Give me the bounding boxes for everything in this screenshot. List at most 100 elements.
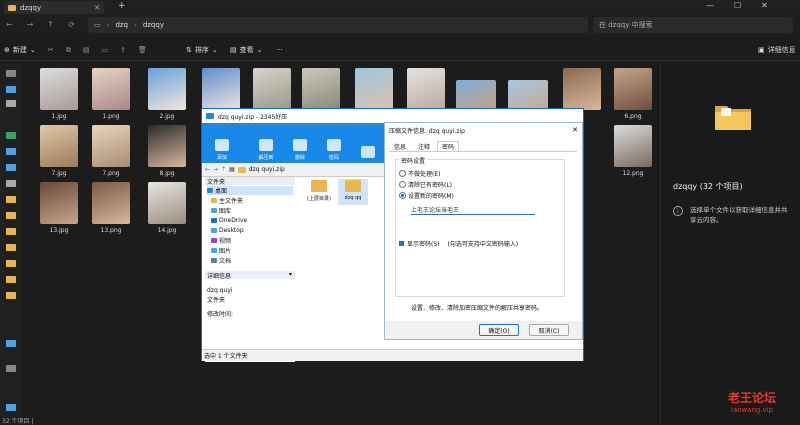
tree-item-desktop-folder[interactable]: Desktop xyxy=(211,226,244,235)
copy-icon[interactable]: ⧉ xyxy=(66,46,71,55)
image-thumbnail[interactable] xyxy=(148,68,186,110)
image-thumbnail[interactable] xyxy=(92,68,130,110)
network-icon[interactable] xyxy=(6,404,16,411)
gallery-icon[interactable] xyxy=(6,86,16,93)
more-icon[interactable]: ··· xyxy=(276,43,283,57)
refresh-icon[interactable]: ⟳ xyxy=(68,20,75,29)
folder-icon[interactable] xyxy=(6,244,16,251)
share-icon[interactable]: ⇪ xyxy=(120,46,126,54)
tab-password[interactable]: 密码 xyxy=(437,141,459,151)
tab-dzqqy[interactable]: dzqqy ✕ xyxy=(4,1,104,14)
back-icon[interactable]: ← xyxy=(6,20,13,29)
tab-comment[interactable]: 注释 xyxy=(413,141,435,151)
image-thumbnail[interactable] xyxy=(148,182,186,224)
group-label: 密码设置 xyxy=(399,156,428,165)
sort-button[interactable]: ⇅ 排序 ⌄ xyxy=(186,43,218,57)
image-thumbnail[interactable] xyxy=(40,125,78,167)
password-button[interactable]: 密码 xyxy=(320,125,348,161)
folder-icon[interactable] xyxy=(6,292,16,299)
image-thumbnail[interactable] xyxy=(614,68,652,110)
add-button[interactable]: 添加 xyxy=(208,125,236,161)
delete-button[interactable]: 删除 xyxy=(286,125,314,161)
radio-set-password[interactable]: 设置新的密码(M) xyxy=(399,191,454,200)
radio-label: 不做处理(E) xyxy=(408,171,441,178)
pc-icon[interactable] xyxy=(6,340,16,347)
tree-item-gallery[interactable]: 图库 xyxy=(211,206,231,215)
radio-selected-icon xyxy=(399,192,406,199)
cancel-button[interactable]: 取消(C) xyxy=(529,324,569,336)
image-thumbnail[interactable] xyxy=(92,182,130,224)
radio-clear-password[interactable]: 清除已有密码(L) xyxy=(399,180,452,189)
sort-label: 排序 xyxy=(194,46,209,54)
tree-item-home[interactable]: 主文件夹 xyxy=(211,196,243,205)
tree-item-desktop[interactable]: 桌面 xyxy=(207,186,293,195)
image-thumbnail[interactable] xyxy=(148,125,186,167)
image-thumbnail[interactable] xyxy=(92,125,130,167)
tool-button[interactable] xyxy=(354,125,382,161)
tree-label: 桌面 xyxy=(215,188,228,195)
close-window-icon[interactable]: ✕ xyxy=(761,1,768,10)
image-thumbnail[interactable] xyxy=(614,125,652,167)
tree-item-videos[interactable]: 视频 xyxy=(211,236,231,245)
new-tab-icon[interactable]: + xyxy=(118,1,126,11)
folder-icon[interactable] xyxy=(6,196,16,203)
back-icon[interactable]: ← xyxy=(205,166,210,173)
app-icon xyxy=(206,113,214,119)
tree-item-documents[interactable]: 文档 xyxy=(211,256,231,265)
tree-item-pictures[interactable]: 图片 xyxy=(211,246,231,255)
parent-dir-item[interactable]: (上层目录) xyxy=(304,179,334,205)
checkbox-checked-icon xyxy=(399,241,404,246)
breadcrumb-dzq[interactable]: dzq xyxy=(115,21,128,29)
forward-icon[interactable]: → xyxy=(27,20,34,29)
address-bar[interactable]: ▭ › dzq › dzqqy xyxy=(88,17,588,33)
view-icon: ▤ xyxy=(230,46,237,54)
image-thumbnail[interactable] xyxy=(40,68,78,110)
home-icon[interactable] xyxy=(6,70,16,77)
maximize-icon[interactable]: ☐ xyxy=(734,1,741,10)
up-icon[interactable]: ⇡ xyxy=(221,166,226,173)
drive-icon[interactable] xyxy=(6,365,16,372)
documents-icon[interactable] xyxy=(6,164,16,171)
window-controls: — ☐ ✕ xyxy=(706,1,768,10)
view-button[interactable]: ▤ 查看 ⌄ xyxy=(230,43,263,57)
dialog-footer-text: 设置、修改、清除加密压缩文件的解压共享密码。 xyxy=(411,305,544,312)
ok-button[interactable]: 确定(O) xyxy=(479,324,519,336)
edit-icons: ✂ ⧉ ▤ ▭ ⇪ 🗑 xyxy=(48,43,147,57)
breadcrumb-dzqqy[interactable]: dzqqy xyxy=(143,21,164,29)
folder-icon[interactable] xyxy=(6,260,16,267)
up-icon[interactable]: ↑ xyxy=(47,20,54,29)
new-label: 新建 xyxy=(12,46,27,54)
folder-icon[interactable] xyxy=(6,276,16,283)
download-icon[interactable] xyxy=(6,132,16,139)
close-tab-icon[interactable]: ✕ xyxy=(94,4,100,12)
forward-icon[interactable]: → xyxy=(213,166,218,173)
watermark-url: laowang.vip xyxy=(730,406,774,414)
rename-icon[interactable]: ▭ xyxy=(102,46,109,54)
tab-info[interactable]: 信息 xyxy=(389,141,411,151)
details-button[interactable]: ▣ 详细信息 xyxy=(758,43,796,57)
cut-icon[interactable]: ✂ xyxy=(48,46,54,54)
search-input[interactable]: 在 dzqqy 中搜索 xyxy=(593,17,793,33)
desktop-icon[interactable] xyxy=(6,148,16,155)
zip-status: 选中 1 个文件夹 xyxy=(204,353,248,360)
paste-icon[interactable]: ▤ xyxy=(83,46,90,54)
delete-icon[interactable]: 🗑 xyxy=(138,46,147,54)
tree-item-onedrive[interactable]: OneDrive xyxy=(211,216,247,225)
search-placeholder: 在 dzqqy 中搜索 xyxy=(599,21,653,29)
extract-button[interactable]: 解压到 xyxy=(252,125,280,161)
cloud-icon[interactable] xyxy=(6,100,16,107)
show-password-checkbox[interactable]: 显示密码(S) (勾选可支持中文密码输入) xyxy=(399,239,518,248)
image-thumbnail[interactable] xyxy=(40,182,78,224)
new-button[interactable]: ⊕ 新建 ⌄ xyxy=(4,43,36,57)
folder-icon[interactable] xyxy=(6,212,16,219)
view-icon[interactable]: ▤ xyxy=(229,166,235,173)
chevron-down-icon[interactable]: ▾ xyxy=(289,271,292,279)
radio-no-change[interactable]: 不做处理(E) xyxy=(399,169,440,178)
minimize-icon[interactable]: — xyxy=(706,1,714,10)
image-thumbnail xyxy=(563,68,601,110)
folder-icon[interactable] xyxy=(6,228,16,235)
close-icon[interactable]: ✕ xyxy=(572,126,578,134)
password-input[interactable]: 上毛王论坛当毛王 xyxy=(411,205,535,215)
pictures-icon[interactable] xyxy=(6,180,16,187)
folder-item[interactable]: dzq qq xyxy=(338,179,368,205)
